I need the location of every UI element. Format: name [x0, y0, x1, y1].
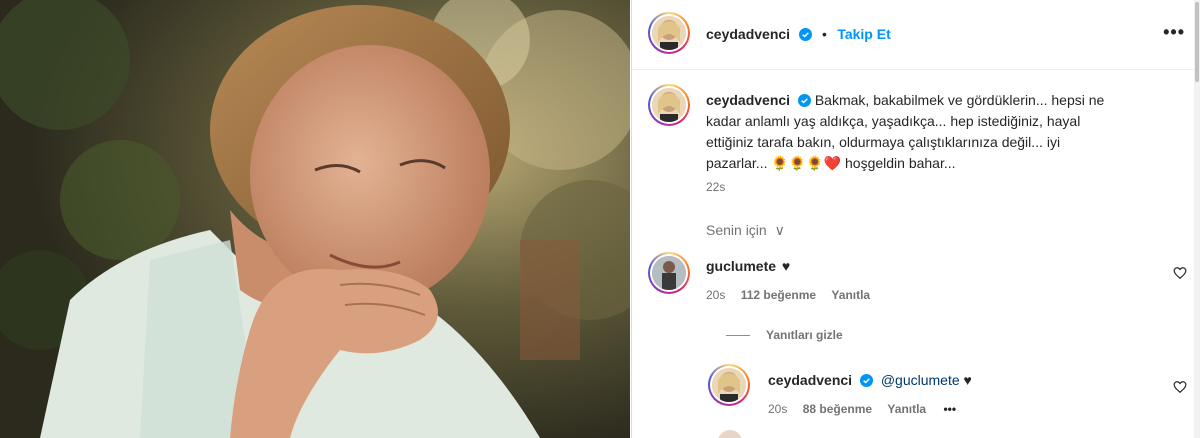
caption-avatar[interactable] [648, 84, 690, 126]
post-header: ceydadvenci • Takip Et ••• [632, 0, 1200, 70]
comment-text: ♥ [781, 258, 791, 274]
avatar-image [652, 256, 686, 290]
caption-text-line4a: pazarlar... [706, 155, 768, 171]
more-options-icon[interactable]: ••• [1163, 22, 1185, 43]
header-username[interactable]: ceydadvenci [706, 26, 790, 42]
verified-badge-icon [859, 374, 873, 387]
caption-emojis: 🌻🌻🌻❤️ [771, 155, 842, 171]
avatar-image [712, 368, 746, 402]
reply-likes[interactable]: 88 beğenme [803, 402, 872, 416]
reply-avatar[interactable] [708, 364, 750, 406]
caption-username[interactable]: ceydadvenci [706, 92, 790, 108]
author-avatar[interactable] [648, 12, 690, 54]
comment-filter-label: Senin için [706, 222, 767, 238]
comment-meta: 20s 112 beğenme Yanıtla [706, 288, 870, 302]
hide-replies-button[interactable]: Yanıtları gizle [726, 328, 843, 342]
comment-username[interactable]: guclumete [706, 258, 776, 274]
verified-badge-icon [798, 28, 812, 41]
caption-text-line2: kadar anlamlı yaş aldıkça, yaşadıkça... … [706, 113, 1081, 129]
scrollbar[interactable] [1194, 0, 1200, 438]
like-comment-heart-icon[interactable] [1173, 266, 1187, 280]
photo-illustration [0, 0, 630, 438]
chevron-down-icon: ∨ [774, 222, 785, 238]
avatar-image [652, 88, 686, 122]
caption-time[interactable]: 22s [706, 180, 725, 194]
reply-mention-link[interactable]: @guclumete [881, 372, 960, 388]
reply-more-icon[interactable]: ••• [943, 402, 956, 416]
comment-reply-button[interactable]: Yanıtla [831, 288, 870, 302]
replies-divider [726, 335, 750, 337]
comment: guclumete ♥ [706, 258, 790, 274]
reply-text: ♥ [963, 372, 972, 388]
comment-filter[interactable]: Senin için ∨ [706, 222, 785, 239]
verified-badge-icon [797, 94, 811, 107]
reply-meta: 20s 88 beğenme Yanıtla ••• [768, 402, 956, 416]
reply-time[interactable]: 20s [768, 402, 787, 416]
next-reply-avatar[interactable] [718, 430, 742, 438]
comment-time[interactable]: 20s [706, 288, 725, 302]
caption-text-line4b: hoşgeldin bahar... [845, 155, 956, 171]
hide-replies-label: Yanıtları gizle [766, 328, 843, 342]
reply-username[interactable]: ceydadvenci [768, 372, 852, 388]
avatar-image [652, 16, 686, 50]
reply-reply-button[interactable]: Yanıtla [887, 402, 926, 416]
post-sidebar: ceydadvenci • Takip Et ••• ceydadvenci B… [631, 0, 1200, 438]
caption: ceydadvenci Bakmak, bakabilmek ve gördük… [706, 90, 1176, 174]
like-reply-heart-icon[interactable] [1173, 380, 1187, 394]
reply: ceydadvenci @guclumete ♥ [768, 372, 972, 388]
post-photo[interactable] [0, 0, 630, 438]
follow-button[interactable]: Takip Et [837, 26, 890, 42]
follow-separator: • [821, 26, 827, 42]
comment-avatar[interactable] [648, 252, 690, 294]
caption-text-line1: Bakmak, bakabilmek ve gördüklerin... hep… [814, 92, 1105, 108]
caption-text-line3: ettiğiniz tarafa bakın, oldurmaya çalışt… [706, 134, 1061, 150]
comment-likes[interactable]: 112 beğenme [741, 288, 816, 302]
